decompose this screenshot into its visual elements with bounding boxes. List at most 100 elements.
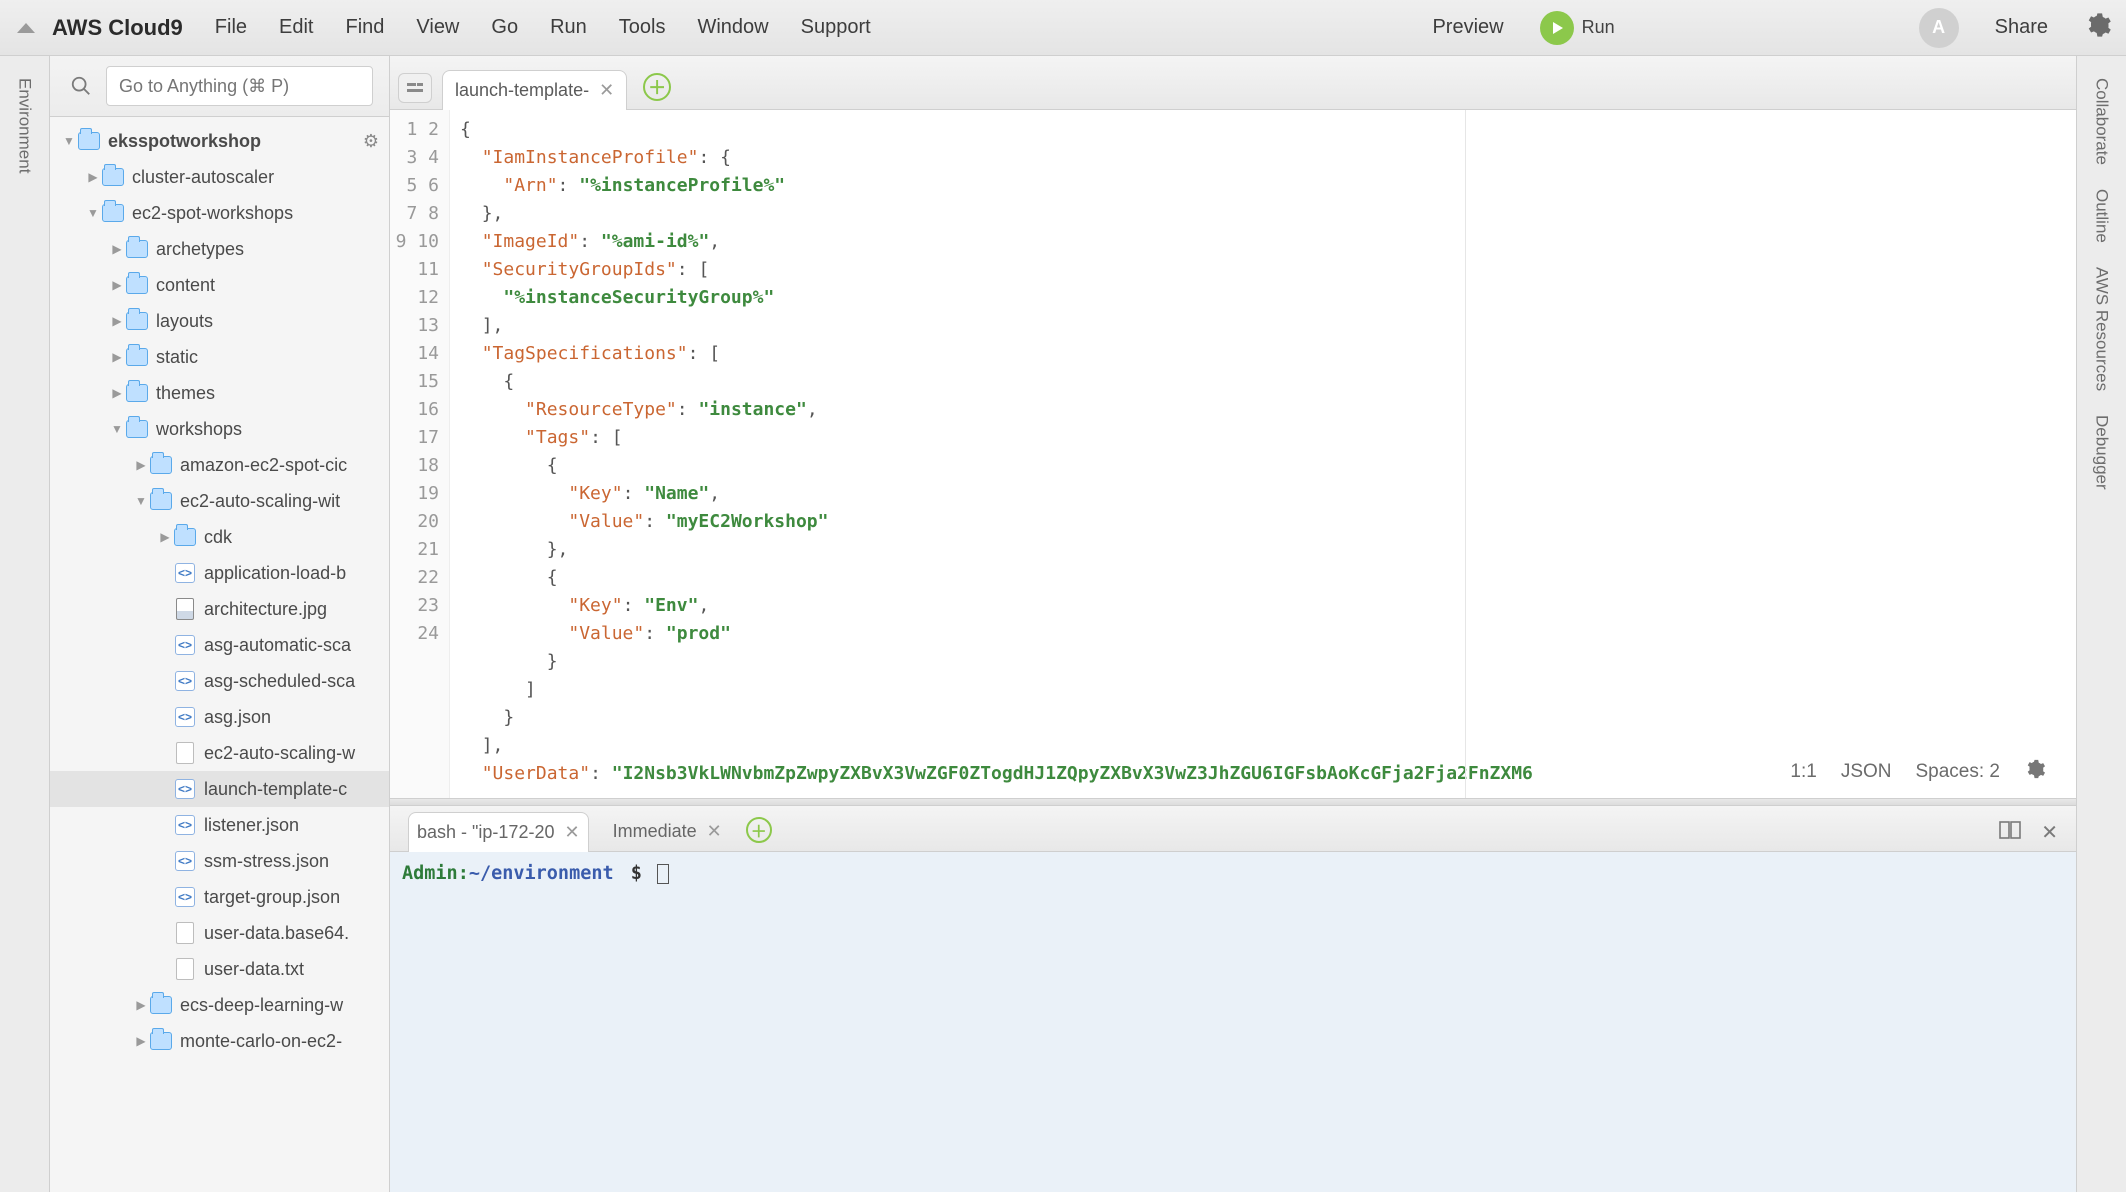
terminal-tab-label: bash - "ip-172-20 — [417, 822, 554, 843]
tree-folder[interactable]: ▶ monte-carlo-on-ec2- — [50, 1023, 389, 1059]
close-icon[interactable]: ✕ — [2041, 820, 2058, 845]
tree-file[interactable]: user-data.txt — [50, 951, 389, 987]
split-icon[interactable] — [1999, 821, 2021, 844]
chevron-right-icon[interactable]: ▶ — [110, 278, 124, 292]
gear-icon[interactable] — [2084, 11, 2112, 44]
tree-folder[interactable]: ▼workshops — [50, 411, 389, 447]
menu-file[interactable]: File — [201, 10, 261, 45]
tree-folder[interactable]: ▼ec2-auto-scaling-wit — [50, 483, 389, 519]
chevron-right-icon[interactable]: ▶ — [158, 530, 172, 544]
rail-debugger[interactable]: Debugger — [2092, 403, 2112, 502]
chevron-right-icon[interactable]: ▶ — [134, 998, 148, 1012]
menubar-toggle-icon[interactable] — [14, 17, 38, 38]
tree-folder[interactable]: ▶ layouts — [50, 303, 389, 339]
tree-folder[interactable]: ▼ ec2-spot-workshops — [50, 195, 389, 231]
chevron-right-icon[interactable]: ▶ — [110, 242, 124, 256]
close-icon[interactable]: ✕ — [564, 822, 579, 843]
terminal-tab[interactable]: Immediate✕ — [605, 811, 730, 851]
sidebar: ▼eksspotworkshop⚙▶cluster-autoscaler▼ec2… — [50, 56, 390, 1192]
chevron-right-icon[interactable]: ▶ — [110, 350, 124, 364]
tree-file[interactable]: ec2-auto-scaling-w — [50, 735, 389, 771]
tree-label: archetypes — [156, 239, 244, 260]
run-button[interactable]: Run — [1540, 11, 1615, 45]
tree-file[interactable]: <>asg-automatic-sca — [50, 627, 389, 663]
tree-label: ecs-deep-learning-w — [180, 995, 343, 1016]
close-icon[interactable]: ✕ — [599, 80, 614, 101]
search-icon[interactable] — [66, 75, 96, 97]
tree-folder[interactable]: ▶ ecs-deep-learning-w — [50, 987, 389, 1023]
tree-file[interactable]: <>target-group.json — [50, 879, 389, 915]
tree-folder[interactable]: ▼eksspotworkshop⚙ — [50, 123, 389, 159]
tree-label: target-group.json — [204, 887, 340, 908]
menu-support[interactable]: Support — [787, 10, 885, 45]
terminal-user: Admin: — [402, 863, 469, 884]
chevron-right-icon[interactable]: ▶ — [110, 386, 124, 400]
tree-file[interactable]: <>asg-scheduled-sca — [50, 663, 389, 699]
menu-find[interactable]: Find — [331, 10, 398, 45]
tabs-handle-icon[interactable] — [398, 73, 432, 103]
ruler — [1465, 110, 1466, 798]
menu-go[interactable]: Go — [477, 10, 532, 45]
status-pos[interactable]: 1:1 — [1790, 761, 1816, 783]
chevron-right-icon[interactable]: ▶ — [134, 458, 148, 472]
tree-file[interactable]: <>application-load-b — [50, 555, 389, 591]
menu-tools[interactable]: Tools — [605, 10, 680, 45]
terminal[interactable]: Admin:~/environment $ — [390, 852, 2076, 1192]
tree-folder[interactable]: ▶amazon-ec2-spot-cic — [50, 447, 389, 483]
tree-file[interactable]: <>ssm-stress.json — [50, 843, 389, 879]
tree-folder[interactable]: ▶cdk — [50, 519, 389, 555]
tree-label: launch-template-c — [204, 779, 347, 800]
status-spaces[interactable]: Spaces: 2 — [1916, 761, 2001, 783]
tree-label: monte-carlo-on-ec2- — [180, 1031, 342, 1052]
rail-aws-resources[interactable]: AWS Resources — [2092, 255, 2112, 403]
tree-file[interactable]: <>launch-template-c — [50, 771, 389, 807]
tree-folder[interactable]: ▶cluster-autoscaler — [50, 159, 389, 195]
tree-label: layouts — [156, 311, 213, 332]
tree-file[interactable]: user-data.base64. — [50, 915, 389, 951]
chevron-right-icon[interactable]: ▶ — [86, 170, 100, 184]
tree-file[interactable]: <>listener.json — [50, 807, 389, 843]
status-lang[interactable]: JSON — [1841, 761, 1892, 783]
tree-label: content — [156, 275, 215, 296]
editor[interactable]: 1 2 3 4 5 6 7 8 9 10 11 12 13 14 15 16 1… — [390, 110, 2076, 798]
gutter: 1 2 3 4 5 6 7 8 9 10 11 12 13 14 15 16 1… — [390, 110, 450, 798]
avatar[interactable]: A — [1919, 8, 1959, 48]
terminal-tab[interactable]: bash - "ip-172-20 ✕ — [408, 812, 589, 852]
tree-folder[interactable]: ▶ content — [50, 267, 389, 303]
gear-icon[interactable]: ⚙ — [363, 131, 379, 152]
splitter[interactable] — [390, 798, 2076, 806]
close-icon[interactable]: ✕ — [707, 821, 722, 842]
rail-environment[interactable]: Environment — [15, 66, 35, 185]
tree-label: ec2-auto-scaling-w — [204, 743, 355, 764]
tree-label: static — [156, 347, 198, 368]
tree-folder[interactable]: ▶ themes — [50, 375, 389, 411]
menu-run[interactable]: Run — [536, 10, 601, 45]
editor-tab-label: launch-template- — [455, 80, 589, 101]
chevron-right-icon[interactable]: ▶ — [110, 314, 124, 328]
tree-label: themes — [156, 383, 215, 404]
menu-edit[interactable]: Edit — [265, 10, 327, 45]
search-input[interactable] — [106, 66, 373, 106]
tree-folder[interactable]: ▶ static — [50, 339, 389, 375]
editor-tab[interactable]: launch-template- ✕ — [442, 70, 627, 110]
menu-window[interactable]: Window — [683, 10, 782, 45]
tree-folder[interactable]: ▶ archetypes — [50, 231, 389, 267]
add-tab-icon[interactable]: ＋ — [643, 73, 671, 101]
add-terminal-icon[interactable]: ＋ — [746, 817, 772, 843]
tree-file[interactable]: architecture.jpg — [50, 591, 389, 627]
chevron-down-icon[interactable]: ▼ — [134, 494, 148, 508]
menu-view[interactable]: View — [402, 10, 473, 45]
chevron-down-icon[interactable]: ▼ — [110, 422, 124, 436]
left-rail: Environment — [0, 56, 50, 1192]
gear-icon[interactable] — [2024, 758, 2046, 786]
tree-file[interactable]: <>asg.json — [50, 699, 389, 735]
share-menu[interactable]: Share — [1981, 10, 2062, 45]
chevron-down-icon[interactable]: ▼ — [62, 134, 76, 148]
rail-collaborate[interactable]: Collaborate — [2092, 66, 2112, 177]
preview-menu[interactable]: Preview — [1418, 10, 1517, 45]
chevron-down-icon[interactable]: ▼ — [86, 206, 100, 220]
chevron-right-icon[interactable]: ▶ — [134, 1034, 148, 1048]
rail-outline[interactable]: Outline — [2092, 177, 2112, 255]
tree-label: ec2-spot-workshops — [132, 203, 293, 224]
code-area[interactable]: { "IamInstanceProfile": { "Arn": "%insta… — [450, 110, 2076, 798]
